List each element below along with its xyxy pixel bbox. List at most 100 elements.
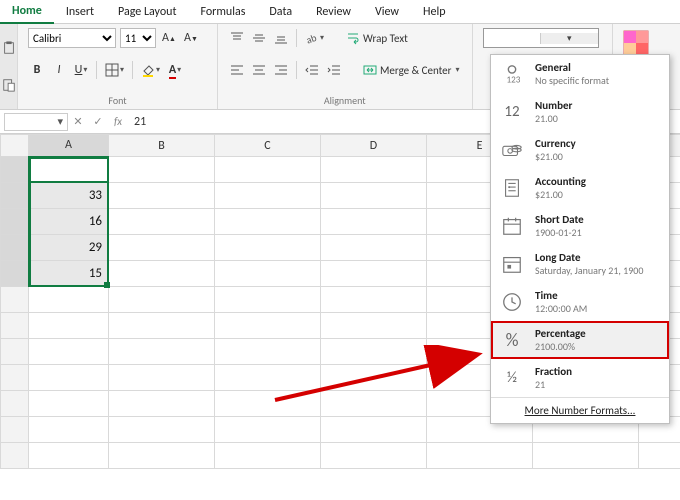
orientation-icon[interactable]: ab▾ bbox=[303, 28, 326, 48]
cell[interactable] bbox=[321, 287, 427, 313]
name-box[interactable]: ▾ bbox=[4, 113, 68, 131]
fill-color-button[interactable]: ▾ bbox=[139, 60, 162, 80]
format-option-percentage[interactable]: %Percentage2100.00% bbox=[491, 321, 669, 359]
cell[interactable] bbox=[215, 339, 321, 365]
cell[interactable] bbox=[109, 183, 215, 209]
cell[interactable] bbox=[215, 391, 321, 417]
cell[interactable] bbox=[109, 261, 215, 287]
tab-insert[interactable]: Insert bbox=[54, 1, 106, 23]
enter-icon[interactable]: ✓ bbox=[88, 115, 108, 128]
cell[interactable] bbox=[109, 339, 215, 365]
paste-icon[interactable] bbox=[2, 78, 16, 92]
cell[interactable] bbox=[109, 235, 215, 261]
more-number-formats[interactable]: More Number Formats... bbox=[491, 397, 669, 423]
merge-center-button[interactable]: Merge & Center▾ bbox=[361, 60, 462, 80]
cell[interactable] bbox=[29, 417, 109, 443]
format-option-fraction[interactable]: ½Fraction21 bbox=[491, 359, 669, 397]
col-header-c[interactable]: C bbox=[215, 135, 321, 157]
cell[interactable] bbox=[29, 339, 109, 365]
cell[interactable] bbox=[215, 183, 321, 209]
formula-value[interactable]: 21 bbox=[128, 115, 146, 129]
format-option-longdate[interactable]: Long DateSaturday, January 21, 1900 bbox=[491, 245, 669, 283]
cell[interactable] bbox=[215, 417, 321, 443]
cell[interactable] bbox=[321, 417, 427, 443]
cell[interactable] bbox=[321, 365, 427, 391]
align-left-icon[interactable] bbox=[228, 60, 246, 80]
row-header[interactable] bbox=[1, 183, 29, 209]
cell[interactable] bbox=[321, 235, 427, 261]
align-right-icon[interactable] bbox=[272, 60, 290, 80]
cell[interactable] bbox=[321, 183, 427, 209]
font-color-button[interactable]: A▾ bbox=[166, 60, 184, 80]
number-format-select[interactable]: ▾ bbox=[483, 28, 599, 48]
cell[interactable]: 29 bbox=[29, 235, 109, 261]
wrap-text-button[interactable]: Wrap Text bbox=[344, 28, 410, 48]
tab-data[interactable]: Data bbox=[257, 1, 304, 23]
tab-page-layout[interactable]: Page Layout bbox=[106, 1, 188, 23]
format-option-general[interactable]: 123GeneralNo specific format bbox=[491, 55, 669, 93]
cell[interactable] bbox=[29, 365, 109, 391]
cell[interactable] bbox=[109, 391, 215, 417]
cell-styles-icon[interactable] bbox=[623, 30, 649, 56]
cell[interactable] bbox=[29, 391, 109, 417]
cell[interactable] bbox=[109, 209, 215, 235]
fx-icon[interactable]: fx bbox=[108, 115, 128, 128]
cell[interactable] bbox=[29, 443, 109, 469]
format-option-time[interactable]: Time12:00:00 AM bbox=[491, 283, 669, 321]
cell[interactable] bbox=[215, 287, 321, 313]
align-center-icon[interactable] bbox=[250, 60, 268, 80]
cell[interactable] bbox=[321, 157, 427, 183]
cell[interactable]: 21 bbox=[29, 157, 109, 183]
tab-help[interactable]: Help bbox=[411, 1, 458, 23]
col-header-b[interactable]: B bbox=[109, 135, 215, 157]
format-option-number[interactable]: 12Number21.00 bbox=[491, 93, 669, 131]
col-header-a[interactable]: A bbox=[29, 135, 109, 157]
cell[interactable] bbox=[29, 313, 109, 339]
cell[interactable] bbox=[321, 339, 427, 365]
cell[interactable] bbox=[215, 443, 321, 469]
row-header[interactable] bbox=[1, 261, 29, 287]
tab-review[interactable]: Review bbox=[304, 1, 363, 23]
cell[interactable]: 33 bbox=[29, 183, 109, 209]
row-header[interactable] bbox=[1, 287, 29, 313]
tab-home[interactable]: Home bbox=[0, 0, 54, 24]
clipboard-icon[interactable] bbox=[2, 41, 16, 55]
row-header[interactable] bbox=[1, 157, 29, 183]
font-name-select[interactable]: Calibri bbox=[28, 28, 116, 48]
cell[interactable] bbox=[321, 209, 427, 235]
underline-button[interactable]: U▾ bbox=[72, 60, 90, 80]
align-top-icon[interactable] bbox=[228, 28, 246, 48]
cell[interactable] bbox=[321, 261, 427, 287]
cell[interactable] bbox=[427, 443, 533, 469]
cell[interactable] bbox=[109, 365, 215, 391]
bold-button[interactable]: B bbox=[28, 60, 46, 80]
select-all-corner[interactable] bbox=[1, 135, 29, 157]
cell[interactable] bbox=[215, 261, 321, 287]
row-header[interactable] bbox=[1, 365, 29, 391]
cell[interactable] bbox=[215, 365, 321, 391]
cell[interactable] bbox=[109, 443, 215, 469]
align-bottom-icon[interactable] bbox=[272, 28, 290, 48]
cell[interactable] bbox=[321, 443, 427, 469]
cell[interactable] bbox=[321, 313, 427, 339]
tab-view[interactable]: View bbox=[363, 1, 411, 23]
cell[interactable] bbox=[639, 443, 680, 469]
cell[interactable]: 16 bbox=[29, 209, 109, 235]
cancel-icon[interactable]: ✕ bbox=[68, 115, 88, 128]
cell[interactable] bbox=[109, 157, 215, 183]
format-option-currency[interactable]: Currency$21.00 bbox=[491, 131, 669, 169]
row-header[interactable] bbox=[1, 443, 29, 469]
format-option-accounting[interactable]: Accounting$21.00 bbox=[491, 169, 669, 207]
cell[interactable] bbox=[109, 287, 215, 313]
col-header-d[interactable]: D bbox=[321, 135, 427, 157]
cell[interactable] bbox=[215, 235, 321, 261]
increase-font-icon[interactable]: A▲ bbox=[160, 28, 178, 48]
cell[interactable]: 15 bbox=[29, 261, 109, 287]
row-header[interactable] bbox=[1, 209, 29, 235]
row-header[interactable] bbox=[1, 235, 29, 261]
borders-button[interactable]: ▾ bbox=[103, 60, 126, 80]
row-header[interactable] bbox=[1, 339, 29, 365]
cell[interactable] bbox=[321, 391, 427, 417]
decrease-font-icon[interactable]: A▼ bbox=[182, 28, 200, 48]
italic-button[interactable]: I bbox=[50, 60, 68, 80]
